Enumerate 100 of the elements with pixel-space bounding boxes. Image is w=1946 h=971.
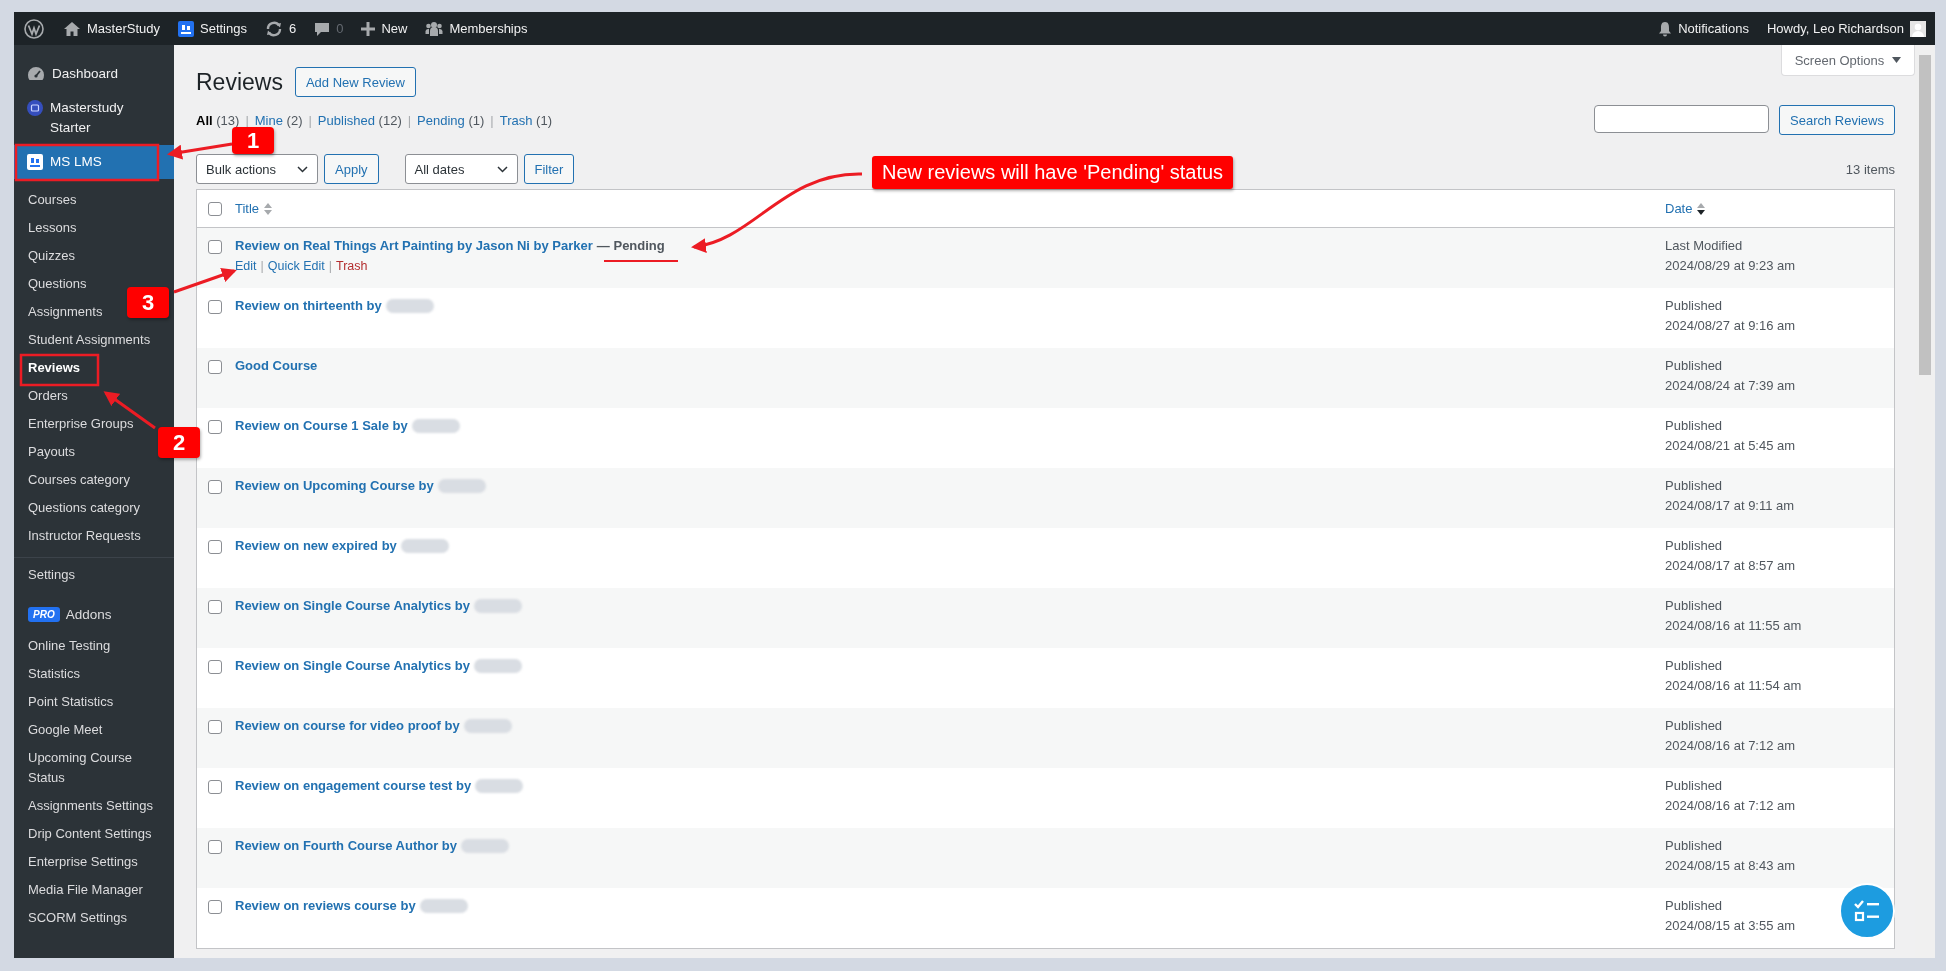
user-menu[interactable]: Howdy, Leo Richardson — [1757, 12, 1935, 45]
submenu-item[interactable]: Upcoming Course Status — [14, 744, 174, 792]
checkbox[interactable] — [208, 900, 222, 914]
review-title-link[interactable]: Review on Single Course Analytics by — [235, 596, 471, 616]
sidebar-menu-item[interactable]: Masterstudy Starter — [14, 91, 174, 145]
submenu-item[interactable]: Questions category — [14, 494, 148, 522]
admin-bar-item[interactable]: New — [352, 12, 417, 45]
view-filter-link[interactable]: Mine (2) — [254, 112, 303, 128]
row-action-link[interactable]: Edit — [235, 256, 257, 276]
checkbox[interactable] — [208, 600, 222, 614]
row-action-link[interactable]: Trash — [336, 256, 368, 276]
checkbox[interactable] — [208, 240, 222, 254]
view-filter-link[interactable]: Published (12) — [317, 112, 402, 128]
row-action-link[interactable]: Quick Edit — [267, 256, 325, 276]
submenu-item[interactable]: Assignments — [14, 298, 111, 326]
submenu-item[interactable]: Quizzes — [14, 242, 83, 270]
post-status: Published — [1665, 717, 1723, 735]
screen-options-button[interactable]: Screen Options — [1781, 45, 1915, 76]
plus-icon — [361, 21, 376, 36]
caret-icon — [1892, 57, 1902, 63]
review-title-link[interactable]: Review on Course 1 Sale by — [235, 416, 408, 436]
separator: | — [407, 112, 412, 128]
filter-button[interactable]: Filter — [523, 154, 575, 184]
review-title-link[interactable]: Review on thirteenth by — [235, 296, 382, 316]
submenu-item[interactable]: Settings — [14, 561, 83, 589]
post-status: Last Modified — [1665, 237, 1743, 255]
submenu-item[interactable]: Courses — [14, 186, 85, 214]
submenu-item[interactable]: Questions — [14, 270, 95, 298]
search-field[interactable] — [1594, 105, 1770, 133]
submenu-item[interactable]: Online Testing — [14, 632, 119, 660]
sort-icon — [264, 202, 273, 215]
submenu-item[interactable]: Courses category — [14, 466, 138, 494]
post-date: 2024/08/24 at 7:39 am — [1665, 377, 1796, 395]
checkbox[interactable] — [208, 660, 222, 674]
admin-bar-item[interactable]: Memberships — [416, 12, 537, 45]
post-status: Published — [1665, 657, 1723, 675]
arrow — [173, 267, 237, 294]
checkbox[interactable] — [208, 540, 222, 554]
page-title: Reviews — [196, 68, 283, 97]
checkbox[interactable] — [208, 780, 222, 794]
checkbox[interactable] — [208, 480, 222, 494]
submenu-item[interactable]: Assignments Settings — [14, 792, 161, 820]
checkbox[interactable] — [208, 420, 222, 434]
sidebar-menu-item[interactable]: MS LMS — [14, 145, 174, 179]
view-filter-link[interactable]: All (13) — [196, 112, 240, 128]
checkbox[interactable] — [208, 720, 222, 734]
bulk-actions-dropdown[interactable]: Bulk actions — [196, 154, 318, 184]
review-title-link[interactable]: Review on reviews course by — [235, 896, 416, 916]
view-filter-link[interactable]: Pending (1) — [417, 112, 485, 128]
post-date: 2024/08/15 at 8:43 am — [1665, 857, 1796, 875]
notifications-button[interactable]: Notifications — [1649, 12, 1758, 45]
submenu-item[interactable]: Payouts — [14, 438, 83, 466]
dates-dropdown[interactable]: All dates — [404, 154, 518, 184]
submenu-item[interactable]: Point Statistics — [14, 688, 122, 716]
checkbox[interactable] — [208, 360, 222, 374]
review-title-link[interactable]: Review on course for video proof by — [235, 716, 460, 736]
post-date: 2024/08/27 at 9:16 am — [1665, 317, 1796, 335]
admin-bar-item[interactable]: Settings — [169, 12, 256, 45]
avatar-icon — [1910, 20, 1926, 37]
submenu-item[interactable]: Reviews — [14, 354, 89, 382]
column-header[interactable]: Title — [235, 201, 1665, 216]
submenu-item[interactable]: SCORM Settings — [14, 904, 135, 932]
pro-badge: PRO — [28, 607, 60, 622]
updates-icon — [264, 19, 283, 38]
post-date: 2024/08/29 at 9:23 am — [1665, 257, 1796, 275]
step-badge: 3 — [127, 287, 169, 318]
ms-logo-icon — [178, 20, 194, 37]
submenu-item[interactable]: Media File Manager — [14, 876, 151, 904]
column-header[interactable]: Date — [1665, 201, 1894, 216]
post-status: Published — [1665, 597, 1723, 615]
submenu-item[interactable]: Enterprise Settings — [14, 848, 146, 876]
review-title-link[interactable]: Good Course — [235, 356, 318, 376]
checkbox[interactable] — [208, 201, 222, 216]
review-title-link[interactable]: Review on Upcoming Course by — [235, 476, 434, 496]
review-title-link[interactable]: Review on Real Things Art Painting by Jason Ni by Parker — [235, 236, 593, 256]
view-filter-link[interactable]: Trash (1) — [499, 112, 552, 128]
review-title-link[interactable]: Review on engagement course test by — [235, 776, 472, 796]
checkbox[interactable] — [208, 840, 222, 854]
submenu-item[interactable]: Google Meet — [14, 716, 111, 744]
search-button[interactable]: Search Reviews — [1779, 105, 1895, 135]
apply-button[interactable]: Apply — [324, 154, 379, 184]
admin-bar-item[interactable]: MasterStudy — [54, 12, 169, 45]
step-badge: 2 — [158, 427, 200, 458]
submenu-item[interactable]: Enterprise Groups — [14, 410, 142, 438]
add-new-button[interactable]: Add New Review — [294, 67, 416, 97]
checkbox[interactable] — [208, 300, 222, 314]
submenu-item[interactable]: Instructor Requests — [14, 522, 149, 550]
course-logo-icon — [27, 100, 43, 116]
review-title-link[interactable]: Review on new expired by — [235, 536, 397, 556]
admin-bar-item[interactable]: 6 — [255, 12, 306, 45]
scrollbar-thumb[interactable] — [1919, 55, 1931, 375]
submenu-item[interactable]: Drip Content Settings — [14, 820, 160, 848]
submenu-item[interactable]: Lessons — [14, 214, 85, 242]
review-title-link[interactable]: Review on Fourth Course Author by — [235, 836, 457, 856]
submenu-item[interactable]: Orders — [14, 382, 76, 410]
submenu-item[interactable]: Statistics — [14, 660, 88, 688]
submenu-item[interactable]: Student Assignments — [14, 326, 159, 354]
post-date: 2024/08/16 at 7:12 am — [1665, 737, 1796, 755]
review-title-link[interactable]: Review on Single Course Analytics by — [235, 656, 471, 676]
sidebar-menu-item[interactable]: Dashboard — [14, 57, 174, 91]
